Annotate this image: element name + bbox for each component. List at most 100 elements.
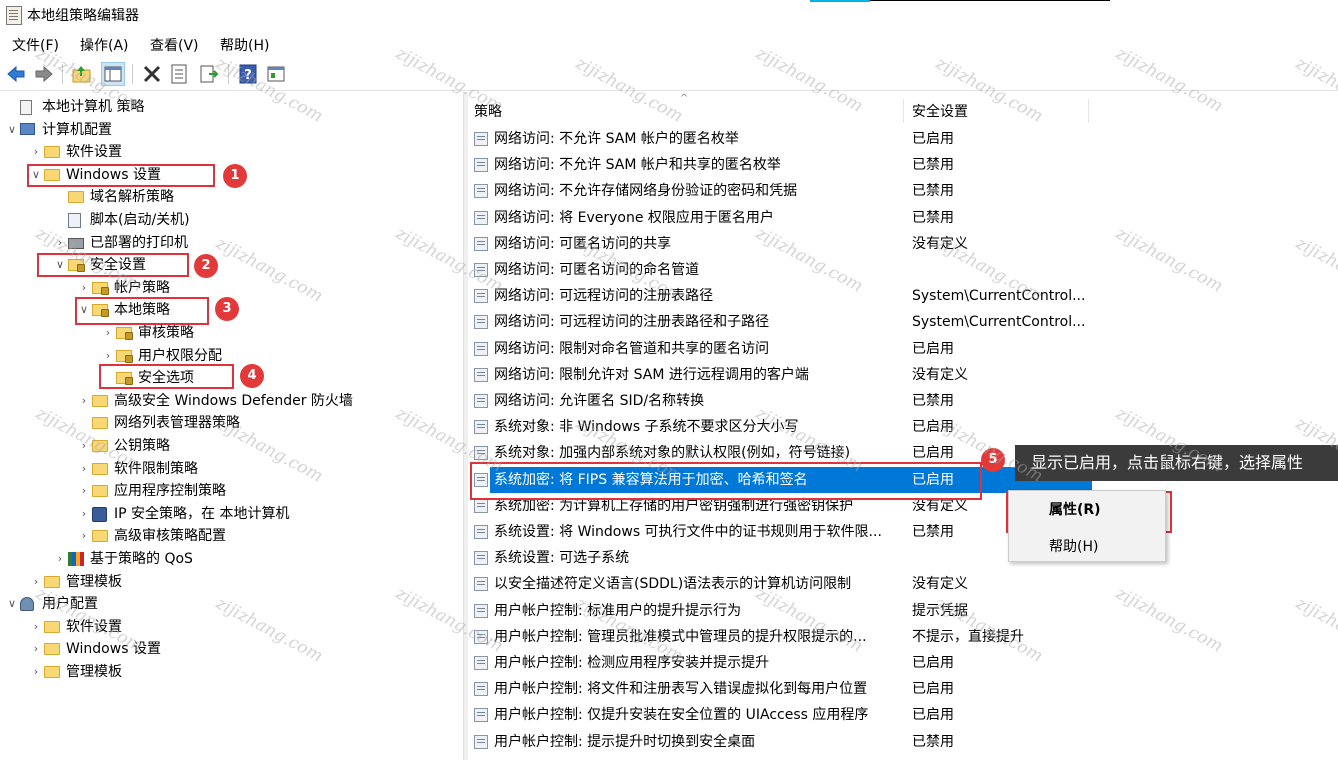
policy-row[interactable]: 网络访问: 可匿名访问的共享 没有定义: [468, 231, 1338, 257]
policy-row[interactable]: 用户帐户控制: 仅提升安装在安全位置的 UIAccess 应用程序 已启用: [468, 702, 1338, 728]
policy-name: 用户帐户控制: 标准用户的提升提示行为: [494, 602, 742, 619]
up-folder-icon[interactable]: [70, 62, 94, 86]
tree-node[interactable]: 域名解析策略: [0, 186, 460, 208]
policy-row[interactable]: 网络访问: 可远程访问的注册表路径 System\CurrentControl..…: [468, 283, 1338, 309]
chevron-right-icon[interactable]: ›: [78, 525, 90, 547]
chevron-right-icon[interactable]: ›: [78, 277, 90, 299]
policy-setting: 不提示，直接提升: [912, 628, 1024, 645]
properties-icon[interactable]: [167, 62, 191, 86]
show-hide-tree-icon[interactable]: [101, 62, 125, 86]
policy-row[interactable]: 系统设置: 可选子系统: [468, 545, 1338, 571]
ipsec-icon: [92, 506, 108, 522]
policy-name: 网络访问: 不允许 SAM 帐户和共享的匿名枚举: [494, 157, 781, 174]
policy-name: 系统对象: 非 Windows 子系统不要求区分大小写: [494, 419, 799, 436]
policy-row[interactable]: 网络访问: 可匿名访问的命名管道: [468, 257, 1338, 283]
tree-node[interactable]: › 软件设置: [0, 616, 460, 638]
tree-node[interactable]: › Windows 设置: [0, 638, 460, 660]
policy-row[interactable]: 系统设置: 将 Windows 可执行文件中的证书规则用于软件限... 已禁用: [468, 519, 1338, 545]
policy-setting: System\CurrentControl...: [912, 288, 1086, 305]
policy-icon: [474, 629, 488, 644]
chevron-right-icon[interactable]: ›: [78, 390, 90, 412]
chevron-right-icon[interactable]: ›: [30, 141, 42, 163]
column-header-policy[interactable]: 策略: [474, 101, 502, 121]
tree-node[interactable]: › 公钥策略: [0, 435, 460, 457]
policy-row[interactable]: 网络访问: 允许匿名 SID/名称转换 已禁用: [468, 388, 1338, 414]
svg-text:?: ?: [244, 68, 252, 83]
chevron-right-icon[interactable]: ›: [30, 616, 42, 638]
policy-name: 网络访问: 可远程访问的注册表路径: [494, 288, 714, 305]
column-separator[interactable]: [903, 99, 904, 123]
policy-row[interactable]: 网络访问: 不允许 SAM 帐户和共享的匿名枚举 已禁用: [468, 152, 1338, 178]
menu-file[interactable]: 文件(F): [12, 35, 59, 55]
policy-setting: 已启用: [912, 419, 954, 436]
tree-node-label: 用户配置: [42, 596, 98, 613]
policy-row[interactable]: 系统对象: 非 Windows 子系统不要求区分大小写 已启用: [468, 414, 1338, 440]
column-header-setting[interactable]: 安全设置: [912, 101, 968, 121]
chevron-down-icon[interactable]: ∨: [6, 593, 18, 615]
back-icon[interactable]: [4, 62, 28, 86]
tree-node[interactable]: › 已部署的打印机: [0, 232, 460, 254]
context-menu-help[interactable]: 帮助(H): [1049, 536, 1098, 556]
chevron-right-icon[interactable]: ›: [78, 435, 90, 457]
chevron-right-icon[interactable]: ›: [54, 232, 66, 254]
chevron-right-icon[interactable]: ›: [30, 571, 42, 593]
chevron-down-icon[interactable]: ∨: [6, 119, 18, 141]
tree-node[interactable]: › IP 安全策略，在 本地计算机: [0, 503, 460, 525]
tree-node[interactable]: › 管理模板: [0, 661, 460, 683]
tree-node[interactable]: 脚本(启动/关机): [0, 209, 460, 231]
policy-row[interactable]: 网络访问: 将 Everyone 权限应用于匿名用户 已禁用: [468, 205, 1338, 231]
tree-node[interactable]: ∨ 用户配置: [0, 593, 460, 615]
policy-row[interactable]: 用户帐户控制: 将文件和注册表写入错误虚拟化到每用户位置 已启用: [468, 676, 1338, 702]
menu-view[interactable]: 查看(V): [150, 35, 199, 55]
policy-row[interactable]: 网络访问: 不允许存储网络身份验证的密码和凭据 已禁用: [468, 178, 1338, 204]
tree-node-label: 基于策略的 QoS: [90, 551, 193, 567]
details-pane: 策略 ^ 安全设置 网络访问: 不允许 SAM 帐户的匿名枚举 已启用 网络访问: …: [468, 92, 1338, 760]
tree-node[interactable]: › 管理模板: [0, 571, 460, 593]
chevron-right-icon[interactable]: ›: [102, 322, 114, 344]
policy-setting: System\CurrentControl...: [912, 314, 1086, 331]
policy-setting: 没有定义: [912, 576, 968, 593]
policy-row[interactable]: 网络访问: 限制允许对 SAM 进行远程调用的客户端 没有定义: [468, 362, 1338, 388]
policy-icon: [474, 734, 488, 749]
policy-setting: 没有定义: [912, 366, 968, 383]
help-icon[interactable]: ?: [236, 62, 260, 86]
policy-row[interactable]: 用户帐户控制: 管理员批准模式中管理员的提升权限提示的... 不提示，直接提升: [468, 624, 1338, 650]
policy-setting: 已启用: [912, 707, 954, 724]
chevron-right-icon[interactable]: ›: [30, 638, 42, 660]
chevron-right-icon[interactable]: ›: [54, 548, 66, 570]
policy-row[interactable]: 用户帐户控制: 标准用户的提升提示行为 提示凭据: [468, 598, 1338, 624]
chevron-right-icon[interactable]: ›: [78, 480, 90, 502]
tree-node[interactable]: › 高级审核策略配置: [0, 525, 460, 547]
export-icon[interactable]: [197, 62, 221, 86]
chevron-right-icon[interactable]: ›: [78, 458, 90, 480]
tree-node[interactable]: › 审核策略: [0, 322, 460, 344]
policy-row[interactable]: 网络访问: 限制对命名管道和共享的匿名访问 已启用: [468, 336, 1338, 362]
tree-node[interactable]: 本地计算机 策略: [0, 96, 460, 118]
view-icon[interactable]: [264, 62, 288, 86]
policy-name: 以安全描述符定义语言(SDDL)语法表示的计算机访问限制: [494, 576, 852, 593]
context-menu-properties[interactable]: 属性(R): [1049, 499, 1101, 519]
tree-node[interactable]: › 应用程序控制策略: [0, 480, 460, 502]
policy-row[interactable]: 网络访问: 不允许 SAM 帐户的匿名枚举 已启用: [468, 126, 1338, 152]
policy-icon: [474, 367, 488, 382]
tree-node[interactable]: ∨ 计算机配置: [0, 119, 460, 141]
chevron-right-icon[interactable]: ›: [30, 661, 42, 683]
policy-icon: [474, 577, 488, 592]
column-separator[interactable]: [1088, 99, 1089, 123]
tree-node[interactable]: › 软件设置: [0, 141, 460, 163]
menu-help[interactable]: 帮助(H): [220, 35, 269, 55]
forward-icon[interactable]: [32, 62, 56, 86]
policy-icon: [474, 551, 488, 566]
tree-node[interactable]: › 帐户策略: [0, 277, 460, 299]
tree-node[interactable]: 网络列表管理器策略: [0, 412, 460, 434]
tree-node[interactable]: › 软件限制策略: [0, 458, 460, 480]
policy-row[interactable]: 以安全描述符定义语言(SDDL)语法表示的计算机访问限制 没有定义: [468, 571, 1338, 597]
menu-action[interactable]: 操作(A): [80, 35, 129, 55]
policy-row[interactable]: 用户帐户控制: 检测应用程序安装并提示提升 已启用: [468, 650, 1338, 676]
policy-row[interactable]: 网络访问: 可远程访问的注册表路径和子路径 System\CurrentContr…: [468, 309, 1338, 335]
policy-row[interactable]: 用户帐户控制: 提示提升时切换到安全桌面 已禁用: [468, 729, 1338, 755]
chevron-right-icon[interactable]: ›: [78, 503, 90, 525]
tree-node[interactable]: › 高级安全 Windows Defender 防火墙: [0, 390, 460, 412]
delete-icon[interactable]: [140, 62, 164, 86]
tree-node[interactable]: › 基于策略的 QoS: [0, 548, 460, 570]
